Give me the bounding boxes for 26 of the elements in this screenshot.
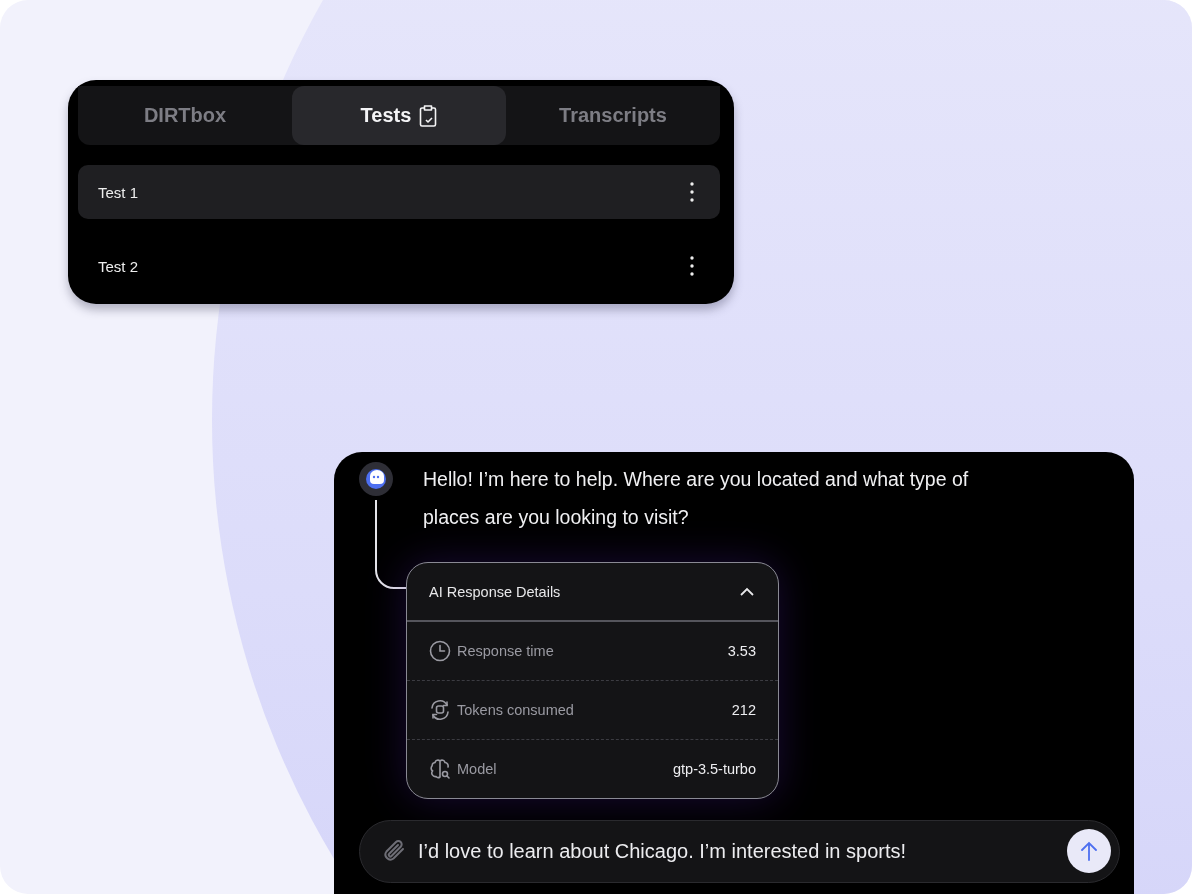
details-header[interactable]: AI Response Details xyxy=(407,563,778,622)
tab[interactable]: Transcripts xyxy=(506,86,720,145)
bot-message: Hello! I’m here to help. Where are you located and what type of places are you looking to visit? xyxy=(423,467,970,530)
test-item[interactable]: Test 1 xyxy=(78,165,720,219)
arrow-up-icon xyxy=(1081,841,1097,861)
detail-label: Model xyxy=(457,761,498,777)
message-input[interactable]: I’d love to learn about Chicago. I’m interested in sports! xyxy=(359,820,1120,883)
test-item[interactable]: Test 2 xyxy=(78,239,720,293)
more-icon[interactable] xyxy=(690,182,694,202)
test-name: Test 2 xyxy=(98,257,139,275)
detail-value: 3.53 xyxy=(727,643,756,659)
bot-avatar-icon xyxy=(359,462,393,496)
detail-value: gtp-3.5-turbo xyxy=(672,761,756,777)
detail-label: Tokens consumed xyxy=(457,702,575,718)
clock-icon xyxy=(429,640,451,662)
clipboard-icon xyxy=(419,104,438,127)
chevron-icon xyxy=(740,587,754,596)
brain-icon xyxy=(429,758,451,780)
refresh-icon xyxy=(429,699,451,721)
details-title: AI Response Details xyxy=(429,583,561,600)
test-name: Test 1 xyxy=(98,183,139,201)
tab[interactable]: DIRTbox xyxy=(78,86,292,145)
more-icon[interactable] xyxy=(690,256,694,276)
tab[interactable]: Tests xyxy=(292,86,506,145)
detail-label: Response time xyxy=(457,643,555,659)
detail-value: 212 xyxy=(731,702,756,718)
